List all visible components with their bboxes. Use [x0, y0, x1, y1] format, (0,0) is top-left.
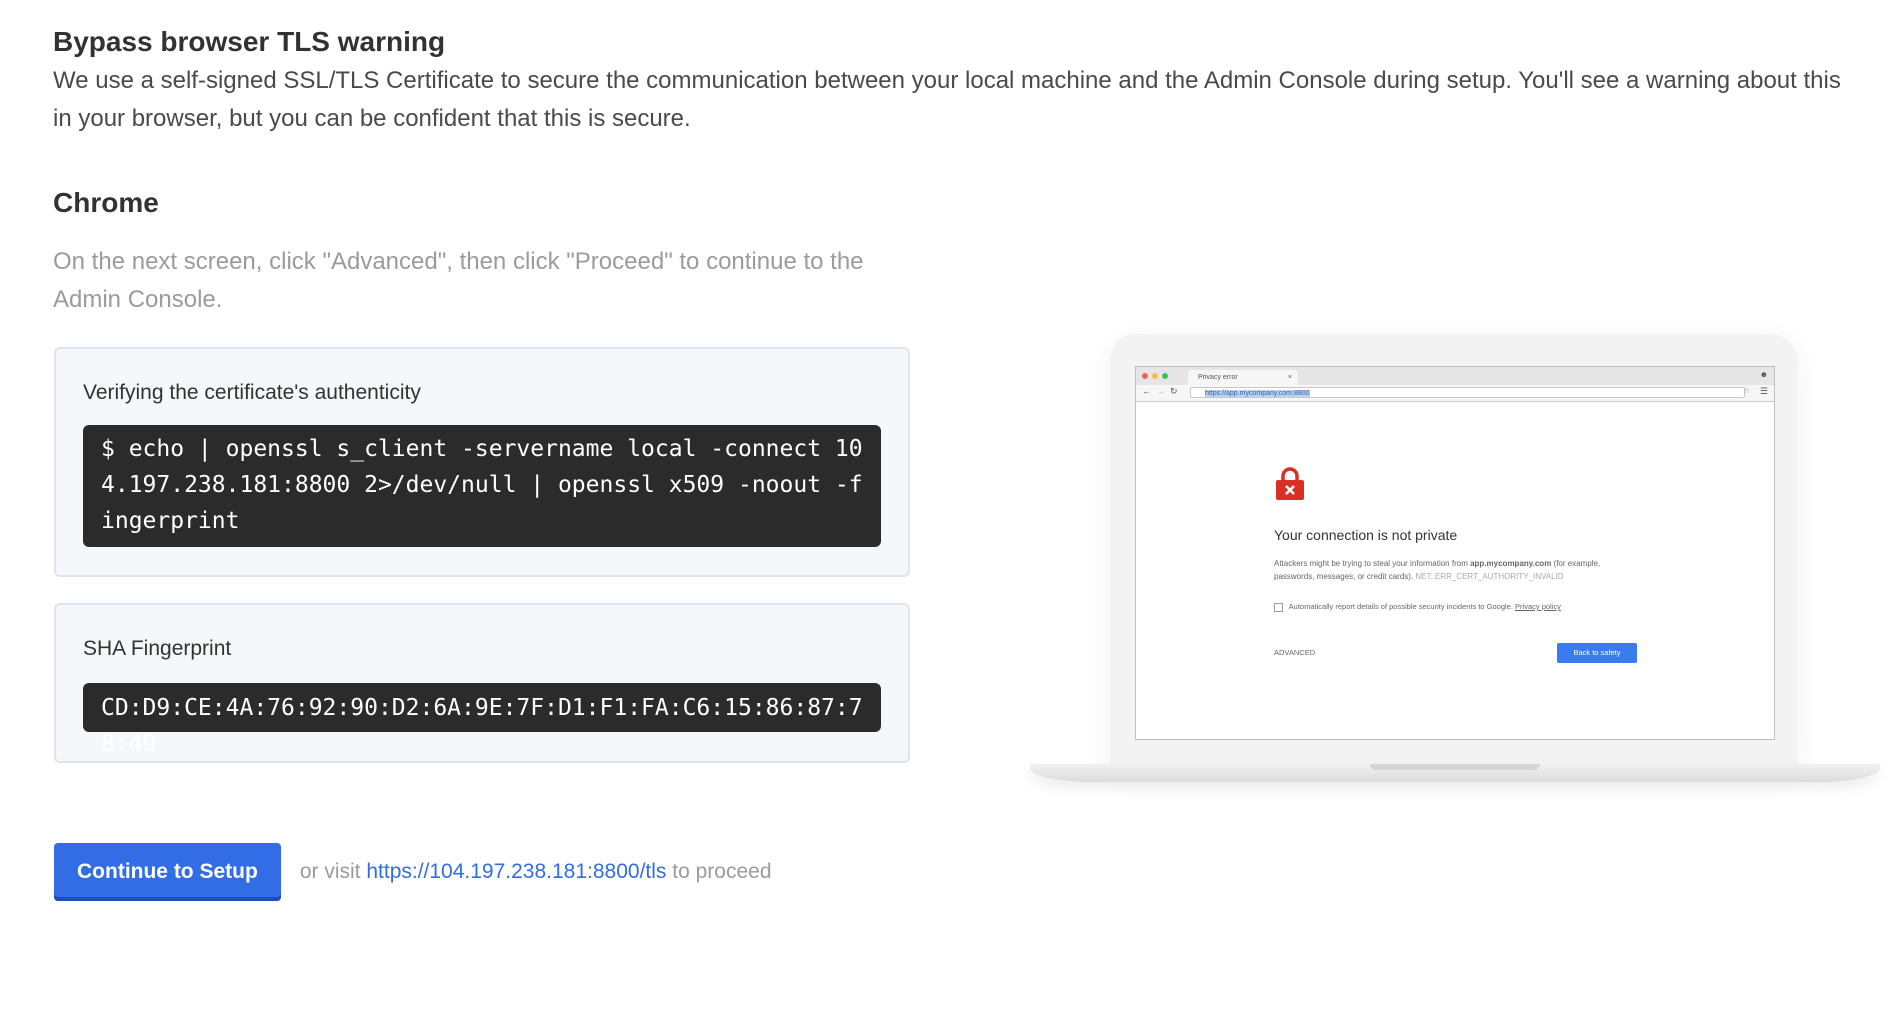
to-proceed-text: to proceed	[672, 860, 772, 883]
browser-url-text: https://app.mycompany.com:8800	[1205, 390, 1310, 397]
report-checkbox-label: Automatically report details of possible…	[1288, 602, 1513, 611]
error-title: Your connection is not private	[1274, 527, 1458, 543]
verify-card: Verifying the certificate's authenticity…	[54, 347, 910, 577]
close-dot-icon	[1142, 373, 1148, 379]
tab-title: Privacy error	[1198, 374, 1238, 381]
error-code: NET::ERR_CERT_AUTHORITY_INVALID	[1415, 572, 1564, 581]
tls-link[interactable]: https://104.197.238.181:8800/tls	[366, 860, 666, 883]
fingerprint-card-title: SHA Fingerprint	[83, 637, 232, 660]
browser-address-row: ← → ↻ https://app.mycompany.com:8800 ☆ ☰	[1136, 385, 1774, 402]
continue-to-setup-button[interactable]: Continue to Setup	[54, 843, 281, 901]
tab-close-icon: ×	[1287, 374, 1292, 381]
star-icon: ☆	[1742, 386, 1750, 395]
report-checkbox	[1274, 602, 1283, 612]
fingerprint-card: SHA Fingerprint CD:D9:CE:4A:76:92:90:D2:…	[54, 603, 910, 763]
advanced-link: ADVANCED	[1274, 648, 1316, 657]
error-text-pre: Attackers might be trying to steal your …	[1274, 559, 1468, 568]
intro-section: Bypass browser TLS warning We use a self…	[53, 22, 1853, 138]
laptop-notch	[1370, 764, 1540, 770]
red-lock-icon	[1276, 467, 1304, 500]
privacy-policy-link: Privacy policy	[1515, 602, 1561, 611]
back-to-safety-button: Back to safety	[1557, 643, 1637, 663]
browser-tab: Privacy error ×	[1188, 370, 1298, 385]
browser-section-title: Chrome	[53, 187, 159, 218]
verify-card-title: Verifying the certificate's authenticity	[83, 381, 421, 404]
verify-command-block[interactable]: $ echo | openssl s_client -servername lo…	[83, 425, 881, 547]
intro-text: We use a self-signed SSL/TLS Certificate…	[53, 67, 1841, 132]
browser-instructions: On the next screen, click "Advanced", th…	[53, 248, 864, 313]
actions-row: Continue to Setup or visit https://104.1…	[54, 843, 772, 901]
browser-tabbar: Privacy error × ☻	[1136, 367, 1774, 385]
back-arrow-icon: ←	[1142, 386, 1151, 396]
fingerprint-value-block[interactable]: CD:D9:CE:4A:76:92:90:D2:6A:9E:7F:D1:F1:F…	[83, 683, 881, 757]
minimize-dot-icon	[1152, 373, 1158, 379]
menu-icon: ☰	[1759, 386, 1768, 396]
error-domain: app.mycompany.com	[1470, 559, 1552, 568]
laptop-screen: Privacy error × ☻ ← → ↻ https://app.myco…	[1135, 366, 1775, 740]
report-checkbox-row: Automatically report details of possible…	[1274, 602, 1561, 612]
profile-icon: ☻	[1759, 370, 1768, 379]
browser-url-bar: https://app.mycompany.com:8800	[1190, 387, 1745, 398]
laptop-illustration: Privacy error × ☻ ← → ↻ https://app.myco…	[1030, 330, 1880, 790]
reload-icon: ↻	[1170, 386, 1178, 396]
forward-arrow-icon: →	[1156, 386, 1165, 396]
alt-proceed-text: or visit https://104.197.238.181:8800/tl…	[300, 860, 772, 884]
error-description: Attackers might be trying to steal your …	[1274, 557, 1634, 583]
maximize-dot-icon	[1162, 373, 1168, 379]
page-title: Bypass browser TLS warning	[53, 26, 446, 57]
or-visit-text: or visit	[299, 860, 361, 883]
